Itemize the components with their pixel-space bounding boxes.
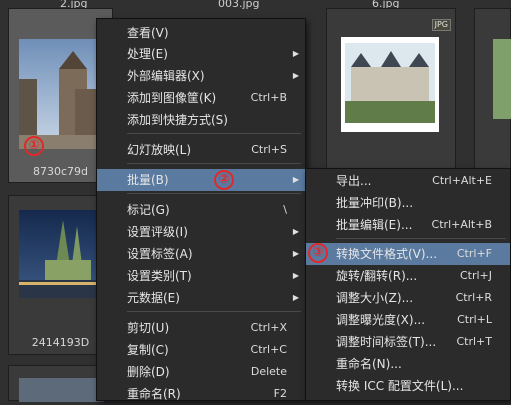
submenu-arrow-icon: ▶ — [292, 271, 299, 280]
menu-item-label: 添加到快捷方式(S) — [127, 113, 228, 127]
castle-photo — [19, 39, 104, 149]
menu-item-6[interactable]: 幻灯放映(L) Ctrl+S — [97, 139, 305, 161]
menu-item-12[interactable]: 元数据(E) ▶ — [97, 287, 305, 309]
submenu-arrow-icon: ▶ — [292, 249, 299, 258]
menu-item-shortcut: Ctrl+B — [250, 91, 287, 104]
menu-item-3[interactable]: 批量编辑(E)... Ctrl+Alt+B — [306, 214, 510, 236]
menu-item-label: 添加到图像筐(K) — [127, 91, 217, 105]
menu-item-10[interactable]: 设置标签(A) ▶ — [97, 243, 305, 265]
photo-partial — [493, 39, 511, 119]
menu-item-1[interactable]: 导出... Ctrl+Alt+E — [306, 170, 510, 192]
menu-item-label: 调整时间标签(T)... — [336, 335, 437, 349]
menu-item-13[interactable]: 剪切(U) Ctrl+X — [97, 317, 305, 339]
menu-item-label: 批量冲印(B)... — [336, 196, 414, 210]
menu-item-shortcut: Ctrl+J — [459, 269, 492, 282]
batch-submenu: 导出... Ctrl+Alt+E 批量冲印(B)... 批量编辑(E)... Ctrl+… — [305, 168, 511, 401]
submenu-arrow-icon: ▶ — [292, 227, 299, 236]
menu-separator — [127, 311, 301, 312]
chateau-photo — [341, 37, 439, 132]
menu-item-6[interactable]: 调整大小(Z)... Ctrl+R — [306, 287, 510, 309]
menu-item-label: 批量编辑(E)... — [336, 218, 413, 232]
menu-item-2[interactable]: 处理(E) ▶ — [97, 43, 305, 65]
menu-item-shortcut: Ctrl+F — [456, 247, 492, 260]
menu-item-shortcut: Ctrl+R — [455, 291, 492, 304]
menu-item-7[interactable]: 调整曝光度(X)... Ctrl+L — [306, 309, 510, 331]
filename-label: 003.jpg — [218, 0, 260, 10]
menu-separator — [127, 133, 301, 134]
menu-item-shortcut: F2 — [273, 387, 287, 400]
menu-item-9[interactable]: 重命名(N)... — [306, 353, 510, 375]
menu-item-label: 批量(B) — [127, 173, 169, 187]
menu-item-10[interactable]: 转换 ICC 配置文件(L)... — [306, 375, 510, 397]
menu-item-shortcut: Ctrl+Alt+B — [431, 218, 492, 231]
menu-item-1[interactable]: 查看(V) — [97, 22, 305, 44]
cathedral-photo — [19, 210, 104, 298]
thumbnail-cell[interactable]: JPG — [326, 8, 456, 183]
menu-item-shortcut: Ctrl+Alt+E — [432, 174, 492, 187]
menu-separator — [336, 238, 506, 239]
menu-item-15[interactable]: 删除(D) Delete — [97, 361, 305, 383]
thumbnail-cell[interactable] — [474, 8, 511, 183]
menu-item-16[interactable]: 重命名(R) F2 — [97, 383, 305, 405]
menu-item-3[interactable]: 外部编辑器(X) ▶ — [97, 65, 305, 87]
menu-item-label: 删除(D) — [127, 365, 170, 379]
menu-item-shortcut: Delete — [250, 365, 287, 378]
menu-item-label: 复制(C) — [127, 343, 169, 357]
menu-item-label: 查看(V) — [127, 26, 169, 40]
menu-item-5[interactable]: 添加到快捷方式(S) — [97, 109, 305, 131]
photo-partial — [19, 378, 104, 402]
menu-item-14[interactable]: 复制(C) Ctrl+C — [97, 339, 305, 361]
menu-item-shortcut: Ctrl+X — [250, 321, 287, 334]
menu-item-7[interactable]: 批量(B) ▶ — [97, 169, 305, 191]
submenu-arrow-icon: ▶ — [292, 293, 299, 302]
menu-item-label: 剪切(U) — [127, 321, 170, 335]
annotation-marker-1: ① — [24, 136, 44, 156]
menu-item-label: 旋转/翻转(R)... — [336, 269, 418, 283]
menu-item-label: 转换文件格式(V)... — [336, 247, 438, 261]
menu-item-shortcut: \ — [283, 203, 287, 216]
menu-item-11[interactable]: 设置类别(T) ▶ — [97, 265, 305, 287]
context-menu: 查看(V) 处理(E) ▶ 外部编辑器(X) ▶ 添加到图像筐(K) Ctrl+B 添加到快捷… — [96, 18, 306, 401]
submenu-arrow-icon: ▶ — [292, 49, 299, 58]
menu-separator — [127, 163, 301, 164]
file-type-badge: JPG — [431, 19, 451, 31]
menu-item-4[interactable]: 添加到图像筐(K) Ctrl+B — [97, 87, 305, 109]
menu-item-label: 处理(E) — [127, 47, 168, 61]
menu-item-2[interactable]: 批量冲印(B)... — [306, 192, 510, 214]
menu-item-label: 外部编辑器(X) — [127, 69, 205, 83]
menu-item-label: 重命名(R) — [127, 387, 181, 401]
menu-item-4[interactable]: 转换文件格式(V)... Ctrl+F — [306, 243, 510, 265]
menu-item-shortcut: Ctrl+T — [456, 335, 492, 348]
menu-separator — [127, 193, 301, 194]
menu-item-label: 设置类别(T) — [127, 269, 192, 283]
menu-item-shortcut: Ctrl+C — [250, 343, 287, 356]
menu-item-9[interactable]: 设置评级(I) ▶ — [97, 221, 305, 243]
menu-item-label: 标记(G) — [127, 203, 170, 217]
menu-item-label: 元数据(E) — [127, 291, 180, 305]
annotation-marker-3: ③ — [308, 243, 328, 263]
menu-item-label: 幻灯放映(L) — [127, 143, 192, 157]
menu-item-label: 设置评级(I) — [127, 225, 188, 239]
menu-item-8[interactable]: 标记(G) \ — [97, 199, 305, 221]
menu-item-5[interactable]: 旋转/翻转(R)... Ctrl+J — [306, 265, 510, 287]
menu-item-label: 重命名(N)... — [336, 357, 402, 371]
menu-item-label: 导出... — [336, 174, 372, 188]
menu-item-label: 调整大小(Z)... — [336, 291, 414, 305]
menu-item-label: 调整曝光度(X)... — [336, 313, 426, 327]
submenu-arrow-icon: ▶ — [292, 175, 299, 184]
menu-item-label: 转换 ICC 配置文件(L)... — [336, 379, 464, 393]
menu-item-label: 设置标签(A) — [127, 247, 193, 261]
menu-item-shortcut: Ctrl+L — [457, 313, 492, 326]
annotation-marker-2: ② — [214, 170, 234, 190]
menu-item-8[interactable]: 调整时间标签(T)... Ctrl+T — [306, 331, 510, 353]
menu-item-shortcut: Ctrl+S — [251, 143, 287, 156]
submenu-arrow-icon: ▶ — [292, 71, 299, 80]
